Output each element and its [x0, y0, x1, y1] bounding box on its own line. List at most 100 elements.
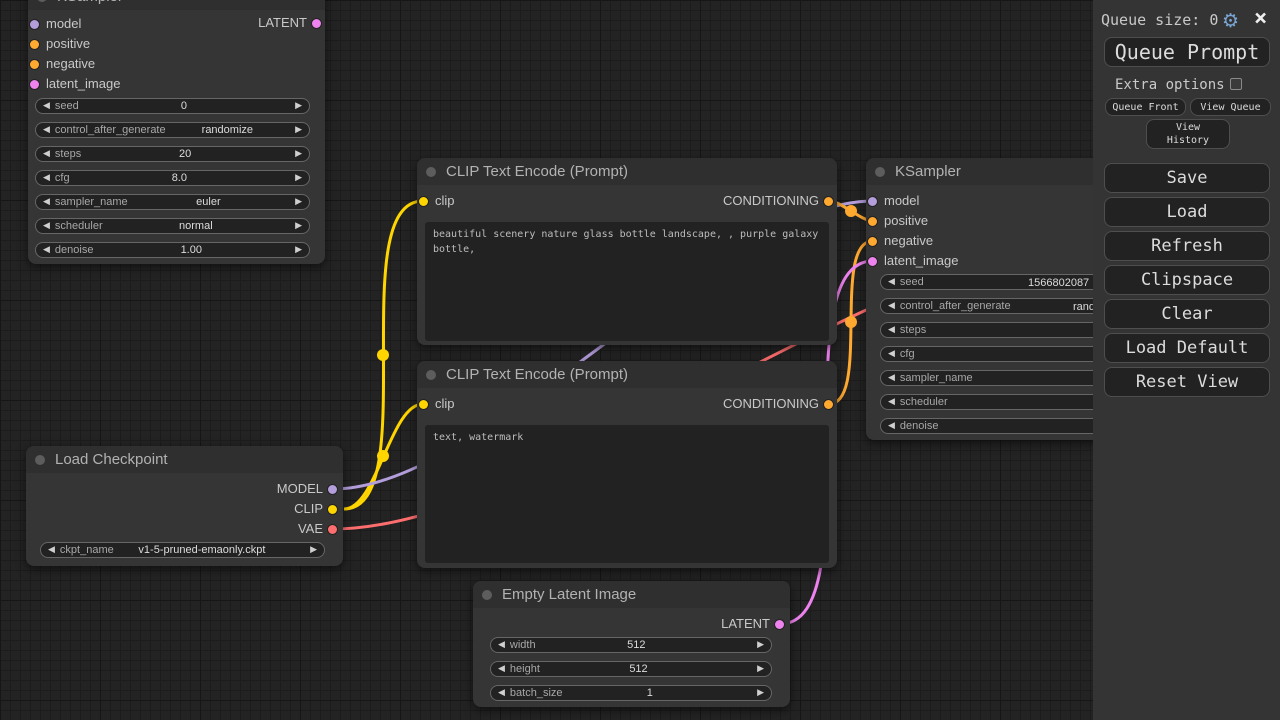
decrement-arrow-icon[interactable]: ◀ — [43, 123, 50, 137]
decrement-arrow-icon[interactable]: ◀ — [888, 323, 895, 337]
increment-arrow-icon[interactable]: ▶ — [757, 686, 764, 700]
widget-seed[interactable]: ◀ seed 1566802087 — [880, 274, 1124, 290]
input-slot-positive[interactable] — [30, 40, 39, 49]
next-arrow-icon[interactable]: ▶ — [310, 543, 317, 557]
widget-steps[interactable]: ◀ steps 20 ▶ — [35, 146, 310, 162]
input-slot-positive[interactable] — [868, 217, 877, 226]
output-slot-vae[interactable] — [328, 525, 337, 534]
increment-arrow-icon[interactable]: ▶ — [757, 662, 764, 676]
output-slot-conditioning[interactable] — [824, 197, 833, 206]
widget-ckpt-name[interactable]: ◀ ckpt_name v1-5-pruned-emaonly.ckpt ▶ — [40, 542, 325, 558]
widget-denoise[interactable]: ◀ denoise — [880, 418, 1124, 434]
input-slot-clip[interactable] — [419, 197, 428, 206]
input-slot-negative[interactable] — [868, 237, 877, 246]
comfyui-canvas[interactable]: { "colors": { "model": "#b39ddb", "condi… — [0, 0, 1280, 720]
increment-arrow-icon[interactable]: ▶ — [295, 147, 302, 161]
view-queue-button[interactable]: View Queue — [1190, 98, 1271, 116]
decrement-arrow-icon[interactable]: ◀ — [888, 395, 895, 409]
collapse-dot-icon[interactable] — [35, 455, 45, 465]
output-slot-clip[interactable] — [328, 505, 337, 514]
widget-value[interactable]: randomize — [202, 124, 259, 136]
widget-seed[interactable]: ◀ seed 0 ▶ — [35, 98, 310, 114]
input-slot-latent-image[interactable] — [30, 80, 39, 89]
decrement-arrow-icon[interactable]: ◀ — [498, 638, 505, 652]
collapse-dot-icon[interactable] — [426, 167, 436, 177]
node-title-bar[interactable]: CLIP Text Encode (Prompt) — [417, 158, 837, 185]
node-title-bar[interactable]: Empty Latent Image — [473, 581, 790, 608]
output-slot-conditioning[interactable] — [824, 400, 833, 409]
increment-arrow-icon[interactable]: ▶ — [295, 195, 302, 209]
widget-denoise[interactable]: ◀ denoise 1.00 ▶ — [35, 242, 310, 258]
widget-value[interactable]: 20 — [179, 148, 197, 160]
refresh-button[interactable]: Refresh — [1104, 231, 1270, 261]
load-button[interactable]: Load — [1104, 197, 1270, 227]
widget-cfg[interactable]: ◀ cfg — [880, 346, 1124, 362]
clipspace-button[interactable]: Clipspace — [1104, 265, 1270, 295]
output-slot-model[interactable] — [328, 485, 337, 494]
reset-view-button[interactable]: Reset View — [1104, 367, 1270, 397]
node-title-bar[interactable]: Load Checkpoint — [26, 446, 343, 473]
widget-batch-size[interactable]: ◀ batch_size 1 ▶ — [490, 685, 772, 701]
close-icon[interactable]: × — [1254, 10, 1267, 28]
node-title-bar[interactable]: KSampler — [28, 0, 325, 10]
decrement-arrow-icon[interactable]: ◀ — [43, 219, 50, 233]
widget-cfg[interactable]: ◀ cfg 8.0 ▶ — [35, 170, 310, 186]
widget-value[interactable]: 512 — [629, 663, 653, 675]
decrement-arrow-icon[interactable]: ◀ — [43, 147, 50, 161]
output-slot-latent[interactable] — [312, 19, 321, 28]
node-clip-text-encode-2[interactable]: CLIP Text Encode (Prompt) clip CONDITION… — [417, 361, 837, 568]
node-ksampler-1[interactable]: KSampler model positive negative latent_… — [28, 0, 325, 264]
extra-options-checkbox[interactable] — [1230, 78, 1242, 90]
decrement-arrow-icon[interactable]: ◀ — [888, 371, 895, 385]
widget-value[interactable]: euler — [196, 196, 226, 208]
collapse-dot-icon[interactable] — [37, 0, 47, 2]
widget-sampler-name[interactable]: ◀ sampler_name — [880, 370, 1124, 386]
node-title-bar[interactable]: CLIP Text Encode (Prompt) — [417, 361, 837, 388]
decrement-arrow-icon[interactable]: ◀ — [498, 662, 505, 676]
input-slot-negative[interactable] — [30, 60, 39, 69]
view-history-button[interactable]: View History — [1146, 119, 1230, 149]
decrement-arrow-icon[interactable]: ◀ — [888, 299, 895, 313]
widget-value[interactable]: 8.0 — [172, 172, 193, 184]
widget-value[interactable]: v1-5-pruned-emaonly.ckpt — [138, 544, 271, 556]
clear-button[interactable]: Clear — [1104, 299, 1270, 329]
increment-arrow-icon[interactable]: ▶ — [295, 99, 302, 113]
output-slot-latent[interactable] — [775, 620, 784, 629]
widget-scheduler[interactable]: ◀ scheduler — [880, 394, 1124, 410]
previous-arrow-icon[interactable]: ◀ — [48, 543, 55, 557]
widget-value[interactable]: 512 — [627, 639, 651, 651]
decrement-arrow-icon[interactable]: ◀ — [43, 243, 50, 257]
input-slot-latent-image[interactable] — [868, 257, 877, 266]
settings-gear-icon[interactable]: ⚙ — [1222, 10, 1239, 32]
decrement-arrow-icon[interactable]: ◀ — [888, 275, 895, 289]
increment-arrow-icon[interactable]: ▶ — [295, 243, 302, 257]
prompt-textarea[interactable]: text, watermark — [425, 425, 829, 563]
collapse-dot-icon[interactable] — [482, 590, 492, 600]
widget-width[interactable]: ◀ width 512 ▶ — [490, 637, 772, 653]
node-clip-text-encode-1[interactable]: CLIP Text Encode (Prompt) clip CONDITION… — [417, 158, 837, 345]
node-empty-latent-image[interactable]: Empty Latent Image LATENT ◀ width 512 ▶ … — [473, 581, 790, 707]
load-default-button[interactable]: Load Default — [1104, 333, 1270, 363]
increment-arrow-icon[interactable]: ▶ — [757, 638, 764, 652]
decrement-arrow-icon[interactable]: ◀ — [888, 347, 895, 361]
decrement-arrow-icon[interactable]: ◀ — [888, 419, 895, 433]
input-slot-clip[interactable] — [419, 400, 428, 409]
widget-value[interactable]: 0 — [181, 100, 193, 112]
prompt-textarea[interactable]: beautiful scenery nature glass bottle la… — [425, 222, 829, 341]
widget-value[interactable]: 1566802087 — [1028, 276, 1089, 290]
input-slot-model[interactable] — [868, 197, 877, 206]
decrement-arrow-icon[interactable]: ◀ — [43, 171, 50, 185]
increment-arrow-icon[interactable]: ▶ — [295, 123, 302, 137]
queue-front-button[interactable]: Queue Front — [1105, 98, 1186, 116]
widget-height[interactable]: ◀ height 512 ▶ — [490, 661, 772, 677]
decrement-arrow-icon[interactable]: ◀ — [43, 195, 50, 209]
widget-value[interactable]: 1 — [647, 687, 659, 699]
queue-prompt-button[interactable]: Queue Prompt — [1104, 37, 1270, 67]
collapse-dot-icon[interactable] — [875, 167, 885, 177]
increment-arrow-icon[interactable]: ▶ — [295, 219, 302, 233]
input-slot-model[interactable] — [30, 20, 39, 29]
save-button[interactable]: Save — [1104, 163, 1270, 193]
increment-arrow-icon[interactable]: ▶ — [295, 171, 302, 185]
widget-scheduler[interactable]: ◀ scheduler normal ▶ — [35, 218, 310, 234]
widget-sampler-name[interactable]: ◀ sampler_name euler ▶ — [35, 194, 310, 210]
